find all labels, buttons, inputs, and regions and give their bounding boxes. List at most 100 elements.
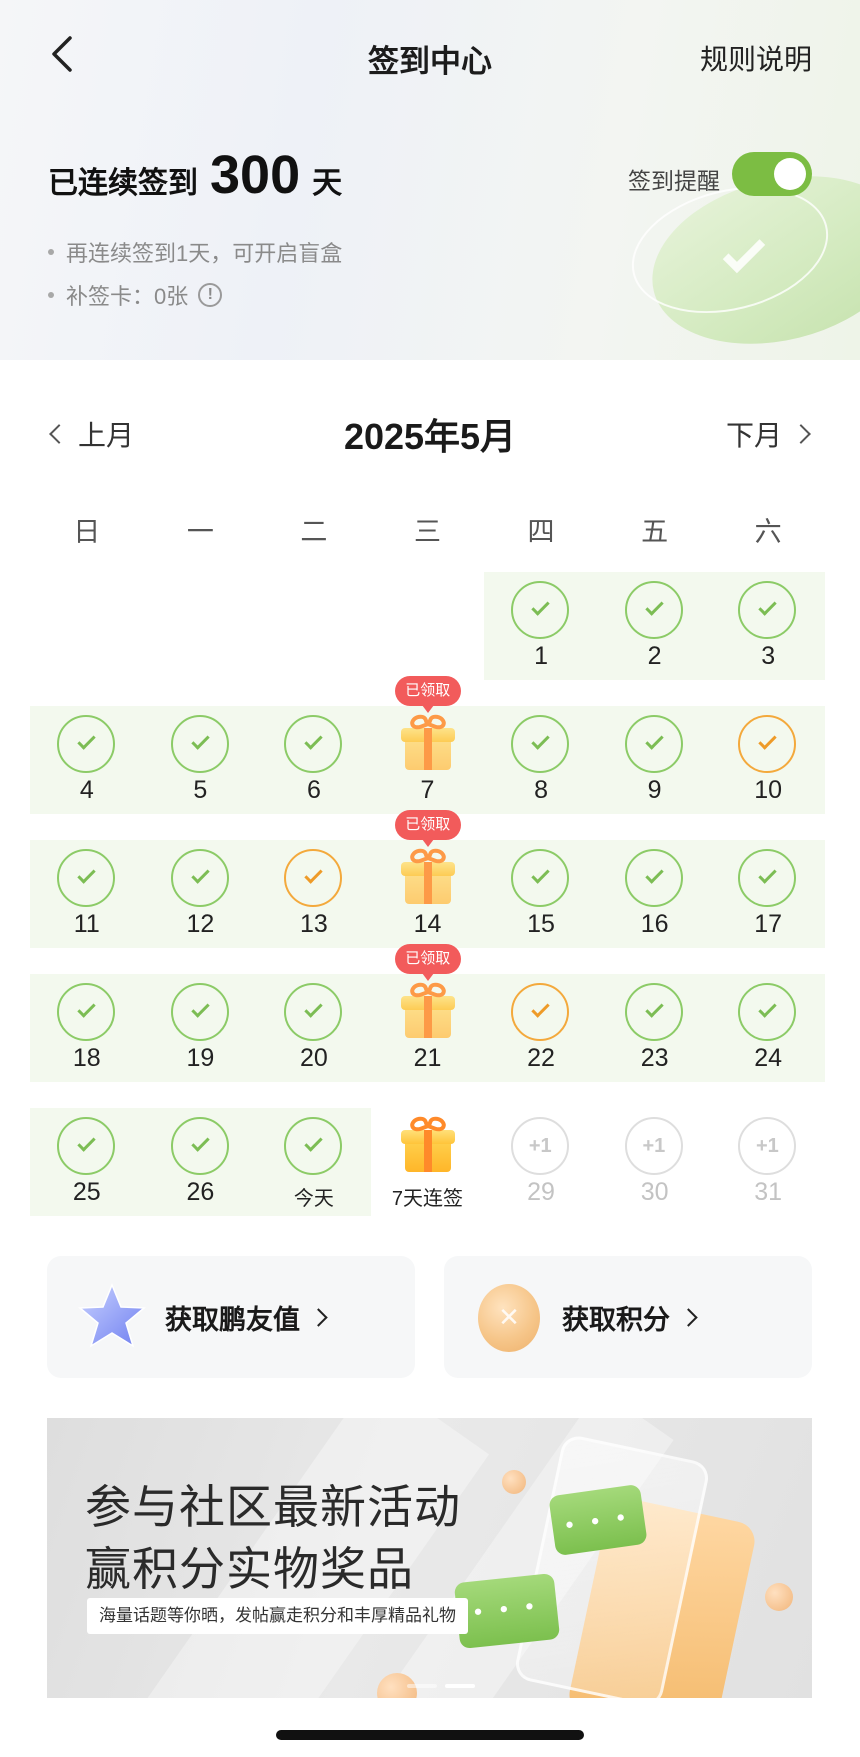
gift-box-icon xyxy=(400,1114,456,1174)
calendar-day-10[interactable]: 10 xyxy=(711,706,825,814)
streak-unit: 天 xyxy=(312,167,343,200)
chat-bubble-icon: • • • xyxy=(548,1483,648,1557)
day-number: 21 xyxy=(413,1044,442,1072)
next-month-button[interactable]: 下月 xyxy=(726,414,811,454)
star-gem-icon xyxy=(78,1283,146,1348)
calendar-day-8[interactable]: 8 xyxy=(484,706,598,814)
calendar-day-25[interactable]: 25 xyxy=(30,1108,144,1216)
day-number: 4 xyxy=(79,776,94,804)
get-friend-value-card[interactable]: 获取鹏友值 xyxy=(47,1256,415,1378)
reminder-toggle[interactable] xyxy=(732,152,812,196)
calendar-day-3[interactable]: 3 xyxy=(711,572,825,680)
coin-icon xyxy=(478,1284,540,1352)
weekday-wed: 三 xyxy=(413,517,441,547)
calendar-day-28[interactable]: 7天连签 xyxy=(371,1108,485,1216)
day-number: 9 xyxy=(647,776,662,804)
points-text: 获取积分 xyxy=(562,1305,670,1335)
day-number: 23 xyxy=(640,1044,669,1072)
chevron-right-icon xyxy=(309,1308,328,1327)
calendar-day-27[interactable]: 今天 xyxy=(257,1108,371,1216)
tip-blind-box-text: 再连续签到1天，可开启盲盒 xyxy=(66,241,343,266)
streak-summary: 已连续签到 300 天 xyxy=(48,148,342,202)
calendar-day-21[interactable]: 已领取 21 xyxy=(371,944,485,1082)
day-number: 2 xyxy=(647,642,662,670)
gift-part xyxy=(423,728,432,770)
community-activity-banner[interactable]: • • • • • • 参与社区最新活动 赢积分实物奖品 海量话题等你晒，发帖赢走… xyxy=(47,1418,812,1698)
day-number: 18 xyxy=(72,1044,101,1072)
banner-title-line1: 参与社区最新活动 xyxy=(85,1481,461,1533)
calendar-day-17[interactable]: 17 xyxy=(711,840,825,948)
weekday-mon: 一 xyxy=(186,517,214,547)
day-number: 14 xyxy=(413,910,442,938)
calendar-day-4[interactable]: 4 xyxy=(30,706,144,814)
day-number: 29 xyxy=(527,1178,555,1206)
gift-part xyxy=(423,996,432,1038)
chat-bubble-icon: • • • xyxy=(453,1572,561,1650)
banner-title-line2: 赢积分实物奖品 xyxy=(85,1543,414,1595)
rules-link[interactable]: 规则说明 xyxy=(700,38,812,78)
claimed-badge: 已领取 xyxy=(394,676,461,713)
home-indicator xyxy=(276,1730,584,1740)
day-number: 22 xyxy=(527,1044,555,1072)
bonus-points-label: +1 xyxy=(756,1135,779,1157)
weekday-sat: 六 xyxy=(754,517,782,547)
calendar-day-15[interactable]: 15 xyxy=(484,840,598,948)
calendar-day-18[interactable]: 18 xyxy=(30,974,144,1082)
calendar-day-12[interactable]: 12 xyxy=(144,840,258,948)
ball-decoration xyxy=(765,1583,793,1611)
day-number: 6 xyxy=(306,776,321,804)
get-points-label: 获取积分 xyxy=(562,1298,698,1337)
day-number: 13 xyxy=(300,910,328,938)
weekday-thu: 四 xyxy=(527,517,555,547)
calendar-day-5[interactable]: 5 xyxy=(144,706,258,814)
friend-value-text: 获取鹏友值 xyxy=(165,1305,300,1335)
calendar-day-23[interactable]: 23 xyxy=(598,974,712,1082)
streak-reward-label: 7天连签 xyxy=(391,1188,464,1210)
today-label: 今天 xyxy=(293,1188,334,1210)
bonus-points-label: +1 xyxy=(642,1135,666,1157)
streak-days: 300 xyxy=(210,145,301,205)
day-number: 15 xyxy=(527,910,555,938)
calendar-day-1[interactable]: 1 xyxy=(484,572,598,680)
gift-box-icon xyxy=(400,980,456,1040)
bullet-dot xyxy=(48,249,54,255)
calendar-day-13[interactable]: 13 xyxy=(257,840,371,948)
day-number: 3 xyxy=(761,642,776,670)
calendar-day-14[interactable]: 已领取 14 xyxy=(371,810,485,948)
day-number: 5 xyxy=(193,776,208,804)
calendar-day-20[interactable]: 20 xyxy=(257,974,371,1082)
bubble-dots: • • • xyxy=(472,1592,541,1625)
gift-box-icon xyxy=(400,712,456,772)
day-number: 1 xyxy=(534,642,548,670)
calendar-day-31[interactable]: +1 31 xyxy=(711,1108,825,1216)
tip-blind-box: 再连续签到1天，可开启盲盒 xyxy=(48,236,342,268)
tip-makeup-card-text: 补签卡：0张 xyxy=(66,284,189,309)
calendar-day-2[interactable]: 2 xyxy=(598,572,712,680)
calendar-day-26[interactable]: 26 xyxy=(144,1108,258,1216)
get-points-card[interactable]: 获取积分 xyxy=(444,1256,812,1378)
calendar-day-30[interactable]: +1 30 xyxy=(598,1108,712,1216)
reminder-label: 签到提醒 xyxy=(628,168,720,194)
day-number: 10 xyxy=(754,776,783,804)
banner-page-indicator xyxy=(407,1684,475,1688)
info-icon[interactable]: ! xyxy=(198,283,223,307)
get-friend-value-label: 获取鹏友值 xyxy=(165,1298,328,1337)
calendar-day-22[interactable]: 22 xyxy=(484,974,598,1082)
calendar-day-29[interactable]: +1 29 xyxy=(484,1108,598,1216)
bullet-dot xyxy=(48,292,54,298)
calendar-day-9[interactable]: 9 xyxy=(598,706,712,814)
day-number: 24 xyxy=(754,1044,783,1072)
toggle-knob xyxy=(774,158,806,190)
day-number: 8 xyxy=(534,776,548,804)
calendar-day-7[interactable]: 已领取 7 xyxy=(371,676,485,814)
calendar-day-6[interactable]: 6 xyxy=(257,706,371,814)
calendar-day-24[interactable]: 24 xyxy=(711,974,825,1082)
calendar-day-19[interactable]: 19 xyxy=(144,974,258,1082)
calendar-day-16[interactable]: 16 xyxy=(598,840,712,948)
day-number: 25 xyxy=(72,1178,101,1206)
banner-subtitle: 海量话题等你晒，发帖赢走积分和丰厚精品礼物 xyxy=(87,1598,468,1634)
weekday-fri: 五 xyxy=(641,517,669,547)
calendar-day-11[interactable]: 11 xyxy=(30,840,144,948)
banner-title: 参与社区最新活动 赢积分实物奖品 xyxy=(85,1476,461,1600)
bonus-points-label: +1 xyxy=(528,1135,552,1157)
